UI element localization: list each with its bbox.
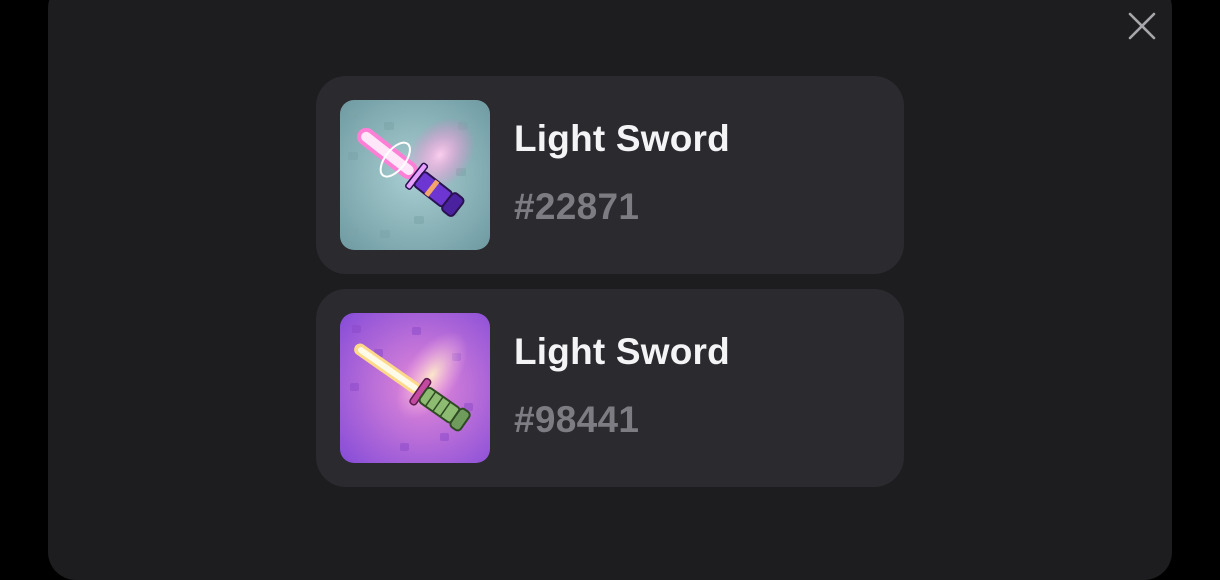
nft-card[interactable]: Light Sword #98441 (316, 289, 904, 487)
light-sword-yellow-icon (340, 313, 490, 463)
nft-name: Light Sword (514, 331, 730, 372)
nft-card[interactable]: Light Sword #22871 (316, 76, 904, 274)
nft-token-id: #98441 (514, 399, 640, 440)
nft-thumbnail (340, 313, 490, 463)
close-icon[interactable] (1124, 8, 1160, 44)
nft-thumbnail (340, 100, 490, 250)
light-sword-pink-icon (340, 100, 490, 250)
nft-token-id: #22871 (514, 186, 640, 227)
nft-name: Light Sword (514, 118, 730, 159)
